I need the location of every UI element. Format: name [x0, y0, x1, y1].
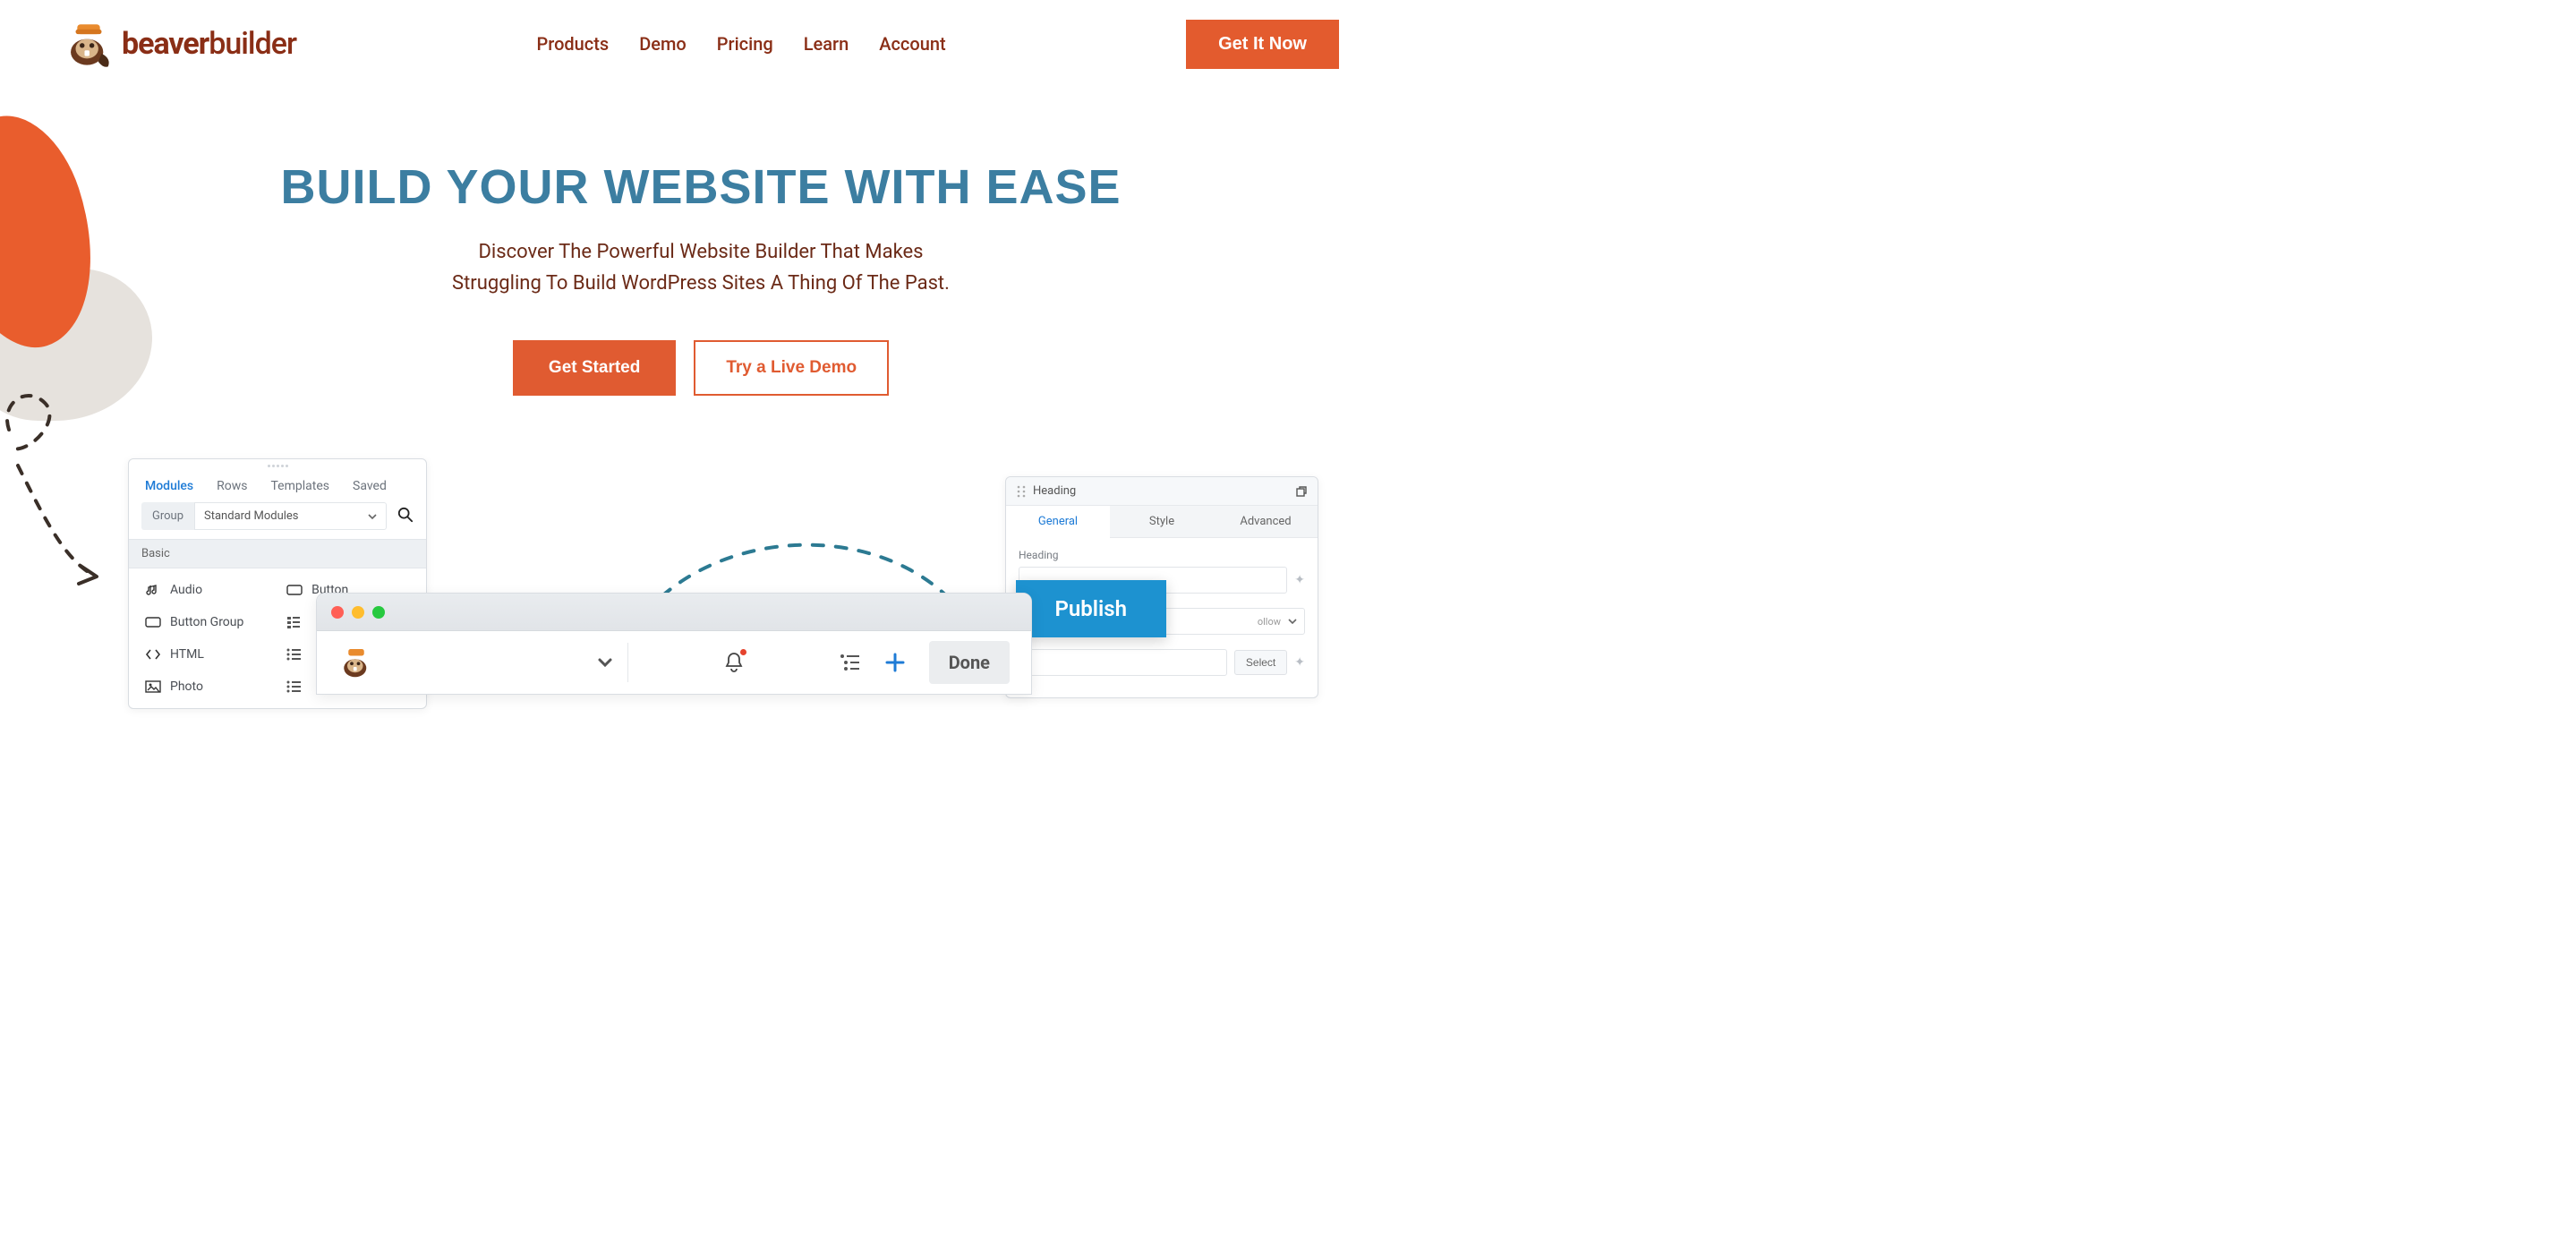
hero-subhead: Discover The Powerful Website Builder Th… — [18, 236, 1384, 299]
window-maximize-icon[interactable] — [372, 606, 385, 619]
add-icon[interactable]: ✦ — [1294, 573, 1305, 587]
divider — [627, 643, 628, 682]
settings-tab-style[interactable]: Style — [1110, 506, 1214, 538]
primary-nav: Products Demo Pricing Learn Account — [536, 33, 945, 55]
done-button[interactable]: Done — [929, 641, 1010, 684]
group-label: Group — [141, 502, 194, 530]
hero-section: BUILD YOUR WEBSITE WITH EASE Discover Th… — [0, 79, 1402, 432]
media-input[interactable] — [1019, 649, 1227, 676]
nav-demo[interactable]: Demo — [639, 33, 687, 55]
window-close-icon[interactable] — [331, 606, 344, 619]
module-category-basic: Basic — [129, 539, 426, 568]
nav-products[interactable]: Products — [536, 33, 609, 55]
bullet-list-icon — [286, 648, 301, 661]
module-button-group[interactable]: Button Group — [141, 606, 272, 638]
outline-icon[interactable] — [840, 654, 861, 671]
browser-window-mock: Done — [316, 593, 1032, 695]
module-photo[interactable]: Photo — [141, 671, 272, 703]
tab-templates[interactable]: Templates — [271, 479, 330, 493]
drag-dots-icon[interactable] — [1017, 485, 1026, 498]
module-html[interactable]: HTML — [141, 638, 272, 671]
button-icon — [286, 585, 303, 595]
try-live-demo-button[interactable]: Try a Live Demo — [694, 340, 889, 396]
tab-saved[interactable]: Saved — [353, 479, 387, 493]
field-label-heading: Heading — [1019, 549, 1305, 561]
list-icon — [286, 616, 301, 628]
decor-arrow-left — [0, 376, 134, 609]
settings-title: Heading — [1033, 484, 1076, 498]
tab-rows[interactable]: Rows — [217, 479, 247, 493]
bell-icon[interactable] — [723, 651, 745, 674]
module-audio[interactable]: Audio — [141, 574, 272, 606]
group-select[interactable]: Standard Modules — [194, 502, 387, 530]
publish-badge[interactable]: Publish — [1016, 580, 1167, 637]
add-icon[interactable]: ✦ — [1294, 655, 1305, 670]
settings-tab-general[interactable]: General — [1006, 506, 1110, 538]
window-titlebar — [317, 594, 1031, 631]
nav-learn[interactable]: Learn — [804, 33, 849, 55]
notification-dot-icon — [740, 649, 746, 655]
window-minimize-icon[interactable] — [352, 606, 364, 619]
audio-icon — [145, 583, 161, 597]
site-header: beaverbuilder Products Demo Pricing Lear… — [0, 0, 1402, 79]
add-icon[interactable] — [884, 652, 906, 673]
chevron-down-icon[interactable] — [597, 654, 613, 671]
hero-headline: BUILD YOUR WEBSITE WITH EASE — [18, 159, 1384, 215]
button-group-icon — [145, 617, 161, 628]
beaver-mascot-icon — [338, 645, 374, 680]
product-showcase: Modules Rows Templates Saved Group Stand… — [119, 458, 1283, 727]
chevron-down-icon — [368, 512, 377, 521]
brand-logo[interactable]: beaverbuilder — [63, 18, 296, 70]
get-started-button[interactable]: Get Started — [513, 340, 676, 396]
nav-pricing[interactable]: Pricing — [717, 33, 773, 55]
beaver-mascot-icon — [63, 18, 115, 70]
code-icon — [145, 649, 161, 660]
chevron-down-icon — [1288, 617, 1297, 626]
search-icon[interactable] — [397, 507, 414, 526]
get-it-now-button[interactable]: Get It Now — [1186, 20, 1339, 69]
bullet-list-icon — [286, 680, 301, 693]
settings-tab-advanced[interactable]: Advanced — [1214, 506, 1318, 538]
nav-account[interactable]: Account — [879, 33, 945, 55]
select-button[interactable]: Select — [1234, 650, 1287, 675]
photo-icon — [145, 680, 161, 693]
tab-modules[interactable]: Modules — [145, 479, 193, 493]
brand-wordmark: beaverbuilder — [122, 26, 296, 62]
window-restore-icon[interactable] — [1296, 486, 1307, 497]
